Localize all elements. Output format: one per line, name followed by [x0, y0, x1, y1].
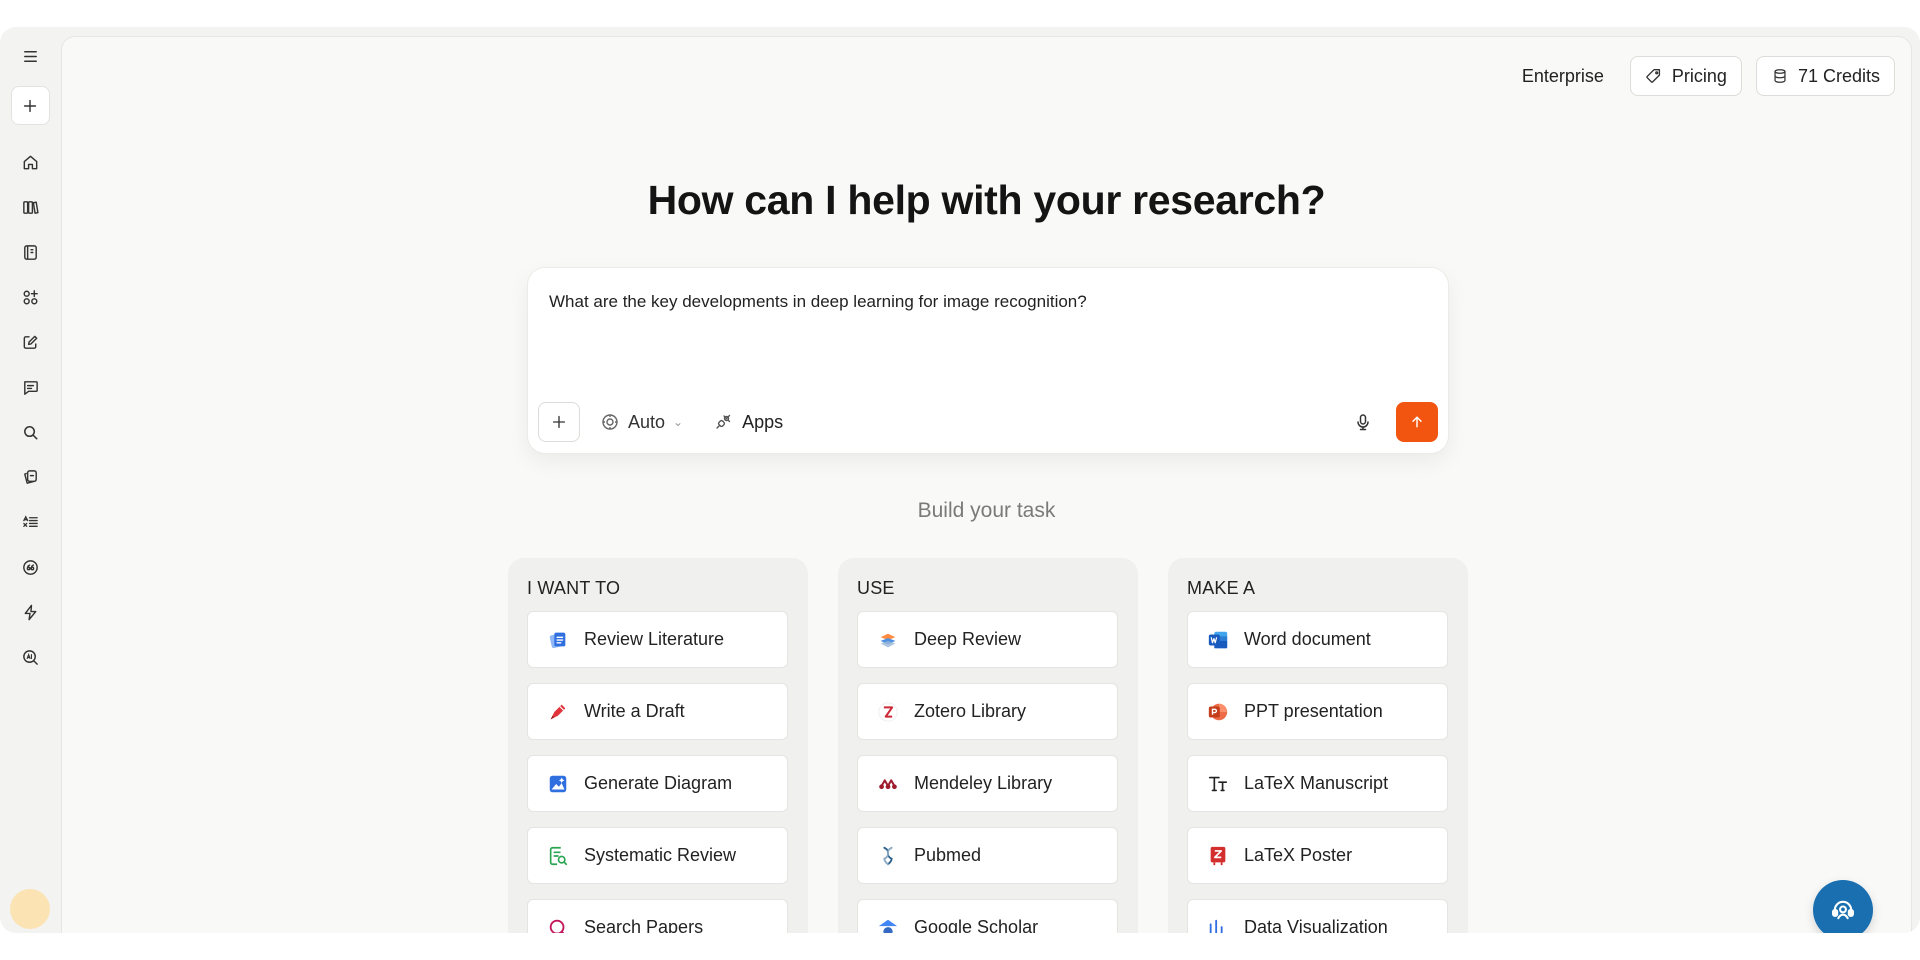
task-card-data-visualization[interactable]: Data Visualization [1187, 899, 1448, 933]
card-label: LaTeX Poster [1244, 845, 1353, 865]
task-card-review-literature[interactable]: Review Literature [527, 611, 788, 668]
sidebar [0, 27, 60, 933]
pricing-button[interactable]: Pricing [1629, 56, 1742, 96]
card-label: LaTeX Manuscript [1244, 773, 1389, 793]
task-card-google-scholar[interactable]: Google Scholar [857, 899, 1118, 933]
card-label: Deep Review [914, 629, 1022, 649]
database-icon [1774, 69, 1786, 83]
attach-button[interactable] [538, 402, 580, 442]
search-icon[interactable] [15, 417, 45, 447]
powerpoint-icon [1206, 700, 1230, 724]
zotero-icon [876, 700, 900, 724]
cards-icon[interactable] [15, 462, 45, 492]
composer-toolbar: Auto ⌄ Apps [538, 401, 1438, 443]
microphone-button[interactable] [1348, 407, 1378, 437]
mode-selector[interactable]: Auto ⌄ [600, 412, 683, 433]
headset-icon [1832, 900, 1854, 920]
task-card-search-papers[interactable]: Search Papers [527, 899, 788, 933]
main-panel: Enterprise Pricing 71 Credits How can I … [61, 36, 1912, 933]
prompt-composer[interactable]: What are the key developments in deep le… [527, 267, 1449, 454]
library-icon[interactable] [15, 192, 45, 222]
auto-mode-icon [602, 414, 618, 430]
page-title: How can I help with your research? [647, 177, 1326, 223]
microphone-icon [1357, 414, 1369, 431]
card-label: Write a Draft [584, 701, 685, 721]
task-card-pubmed[interactable]: Pubmed [857, 827, 1118, 884]
plug-icon [716, 414, 731, 429]
card-label: Review Literature [584, 629, 725, 649]
card-label: Generate Diagram [584, 773, 733, 793]
latex-manuscript-icon [1206, 772, 1230, 796]
task-column-output: MAKE A Word document PPT presentation La… [1168, 558, 1468, 933]
data-visualization-icon [1206, 916, 1230, 933]
apps-grid-icon[interactable] [15, 282, 45, 312]
task-column-intent: I WANT TO Review Literature Write a Draf… [508, 558, 808, 933]
card-label: Mendeley Library [914, 773, 1053, 793]
google-scholar-icon [876, 916, 900, 933]
task-card-latex-manuscript[interactable]: LaTeX Manuscript [1187, 755, 1448, 812]
credits-label: 71 Credits [1797, 65, 1880, 86]
chat-icon[interactable] [15, 372, 45, 402]
task-card-ppt-presentation[interactable]: PPT presentation [1187, 683, 1448, 740]
column-title: I WANT TO [527, 578, 621, 598]
user-avatar[interactable] [10, 889, 50, 929]
edit-icon[interactable] [15, 327, 45, 357]
mendeley-icon [876, 772, 900, 796]
enterprise-link[interactable]: Enterprise [1510, 66, 1616, 87]
word-icon [1206, 628, 1230, 652]
apps-button[interactable]: Apps [713, 412, 783, 433]
task-card-write-draft[interactable]: Write a Draft [527, 683, 788, 740]
quote-icon[interactable] [15, 552, 45, 582]
build-task-title: Build your task [917, 499, 1056, 522]
systematic-review-icon [546, 844, 570, 868]
new-task-button[interactable] [10, 86, 50, 125]
card-label: Pubmed [914, 845, 982, 865]
generate-diagram-icon [546, 772, 570, 796]
task-card-word-document[interactable]: Word document [1187, 611, 1448, 668]
column-title: MAKE A [1187, 578, 1256, 598]
card-label: PPT presentation [1244, 701, 1383, 721]
card-label: Search Papers [584, 917, 704, 933]
write-draft-icon [546, 700, 570, 724]
latex-poster-icon [1206, 844, 1230, 868]
pubmed-icon [876, 844, 900, 868]
chevron-down-icon: ⌄ [673, 415, 684, 429]
home-icon[interactable] [15, 147, 45, 177]
ai-search-icon[interactable] [15, 642, 45, 672]
task-card-systematic-review[interactable]: Systematic Review [527, 827, 788, 884]
menu-icon[interactable] [15, 41, 45, 71]
review-literature-icon [546, 628, 570, 652]
top-bar: Enterprise Pricing 71 Credits [1510, 56, 1895, 96]
card-label: Word document [1244, 629, 1371, 649]
outline-icon[interactable] [15, 507, 45, 537]
task-column-sources: USE Deep Review Zotero Library Mendeley … [838, 558, 1138, 933]
notebook-icon[interactable] [15, 237, 45, 267]
credits-button[interactable]: 71 Credits [1755, 56, 1895, 96]
task-card-mendeley-library[interactable]: Mendeley Library [857, 755, 1118, 812]
column-title: USE [857, 578, 895, 598]
card-label: Systematic Review [584, 845, 737, 865]
deep-review-icon [876, 628, 900, 652]
arrow-up-icon [1412, 416, 1422, 428]
send-button[interactable] [1396, 402, 1438, 442]
mode-label: Auto [628, 411, 666, 432]
task-card-zotero-library[interactable]: Zotero Library [857, 683, 1118, 740]
search-papers-icon [546, 916, 570, 933]
card-label: Zotero Library [914, 701, 1027, 721]
tag-icon [1646, 69, 1660, 83]
task-card-latex-poster[interactable]: LaTeX Poster [1187, 827, 1448, 884]
app-frame: Enterprise Pricing 71 Credits How can I … [0, 27, 1920, 933]
pricing-label: Pricing [1671, 65, 1727, 86]
card-label: Google Scholar [914, 917, 1039, 933]
plus-icon [552, 415, 566, 429]
card-label: Data Visualization [1244, 917, 1388, 933]
task-card-deep-review[interactable]: Deep Review [857, 611, 1118, 668]
prompt-input[interactable]: What are the key developments in deep le… [549, 292, 1087, 312]
lightning-icon[interactable] [15, 597, 45, 627]
task-card-generate-diagram[interactable]: Generate Diagram [527, 755, 788, 812]
support-chat-button[interactable] [1813, 880, 1873, 933]
apps-label: Apps [742, 411, 784, 432]
